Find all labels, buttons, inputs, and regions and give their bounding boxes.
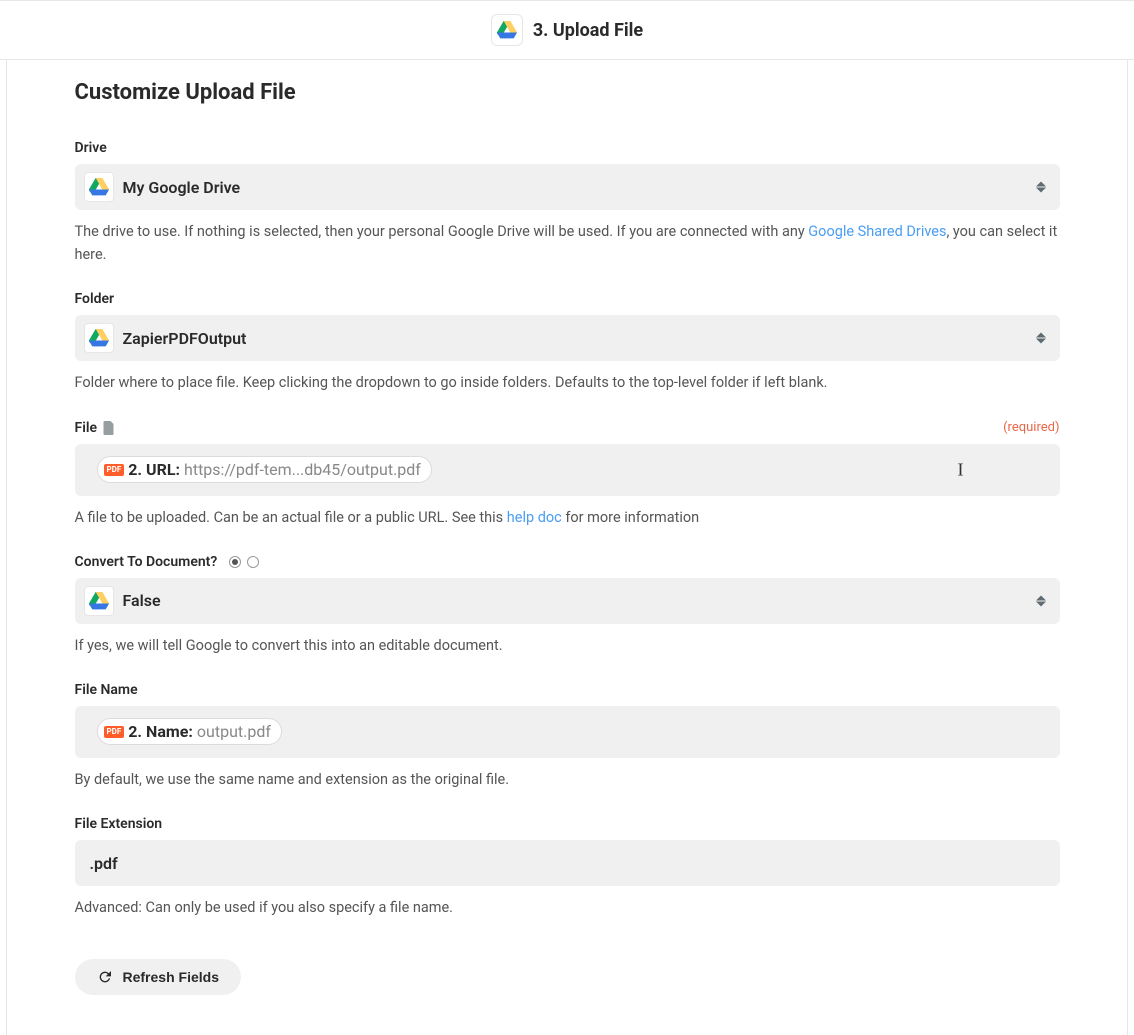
convert-label: Convert To Document? xyxy=(75,554,260,570)
file-help: A file to be uploaded. Can be an actual … xyxy=(75,506,1060,529)
drive-help: The drive to use. If nothing is selected… xyxy=(75,220,1060,266)
radio-option-2[interactable] xyxy=(247,556,259,568)
refresh-label: Refresh Fields xyxy=(123,969,219,985)
google-drive-icon xyxy=(84,172,114,202)
folder-dropdown[interactable]: ZapierPDFOutput xyxy=(75,315,1060,361)
pdf-icon: PDF xyxy=(104,726,125,738)
field-folder: Folder ZapierPDFOutput Folder where to p… xyxy=(75,291,1060,394)
help-doc-link[interactable]: help doc xyxy=(507,509,562,526)
convert-radio-group xyxy=(229,556,259,568)
field-drive: Drive My Google Drive The drive to use. … xyxy=(75,140,1060,266)
extension-input[interactable]: .pdf xyxy=(75,840,1060,886)
convert-value: False xyxy=(123,591,161,610)
shared-drives-link[interactable]: Google Shared Drives xyxy=(808,223,946,240)
filename-pill[interactable]: PDF 2. Name: output.pdf xyxy=(97,718,282,745)
convert-help: If yes, we will tell Google to convert t… xyxy=(75,634,1060,657)
extension-help: Advanced: Can only be used if you also s… xyxy=(75,896,1060,919)
file-input[interactable]: PDF 2. URL: https://pdf-tem...db45/outpu… xyxy=(75,444,1060,496)
drive-value: My Google Drive xyxy=(123,178,241,197)
convert-dropdown[interactable]: False xyxy=(75,578,1060,624)
chevron-sort-icon xyxy=(1036,182,1046,193)
field-extension: File Extension .pdf Advanced: Can only b… xyxy=(75,816,1060,919)
field-filename: File Name PDF 2. Name: output.pdf By def… xyxy=(75,682,1060,791)
folder-help: Folder where to place file. Keep clickin… xyxy=(75,371,1060,394)
pdf-icon: PDF xyxy=(104,464,125,476)
drive-dropdown[interactable]: My Google Drive xyxy=(75,164,1060,210)
google-drive-icon xyxy=(491,14,523,46)
file-label: File xyxy=(75,420,116,436)
field-convert: Convert To Document? False xyxy=(75,554,1060,657)
field-file: File (required) PDF 2. URL: https://pdf-… xyxy=(75,420,1060,529)
section-title: Customize Upload File xyxy=(75,80,1060,105)
extension-label: File Extension xyxy=(75,816,163,832)
text-cursor-icon: I xyxy=(958,459,964,480)
step-title: 3. Upload File xyxy=(533,20,643,41)
document-icon xyxy=(103,421,115,435)
folder-label: Folder xyxy=(75,291,115,307)
filename-help: By default, we use the same name and ext… xyxy=(75,768,1060,791)
google-drive-icon xyxy=(84,323,114,353)
extension-value: .pdf xyxy=(90,854,118,873)
file-pill[interactable]: PDF 2. URL: https://pdf-tem...db45/outpu… xyxy=(97,456,432,483)
step-header: 3. Upload File xyxy=(0,0,1134,60)
refresh-icon xyxy=(97,969,113,985)
refresh-fields-button[interactable]: Refresh Fields xyxy=(75,959,241,995)
filename-input[interactable]: PDF 2. Name: output.pdf xyxy=(75,706,1060,758)
chevron-sort-icon xyxy=(1036,333,1046,344)
filename-label: File Name xyxy=(75,682,138,698)
chevron-sort-icon xyxy=(1036,595,1046,606)
main-panel: Customize Upload File Drive My Google Dr… xyxy=(6,60,1128,1035)
drive-label: Drive xyxy=(75,140,107,156)
folder-value: ZapierPDFOutput xyxy=(123,329,247,348)
required-badge: (required) xyxy=(1003,420,1059,435)
google-drive-icon xyxy=(84,586,114,616)
radio-option-1[interactable] xyxy=(229,556,241,568)
